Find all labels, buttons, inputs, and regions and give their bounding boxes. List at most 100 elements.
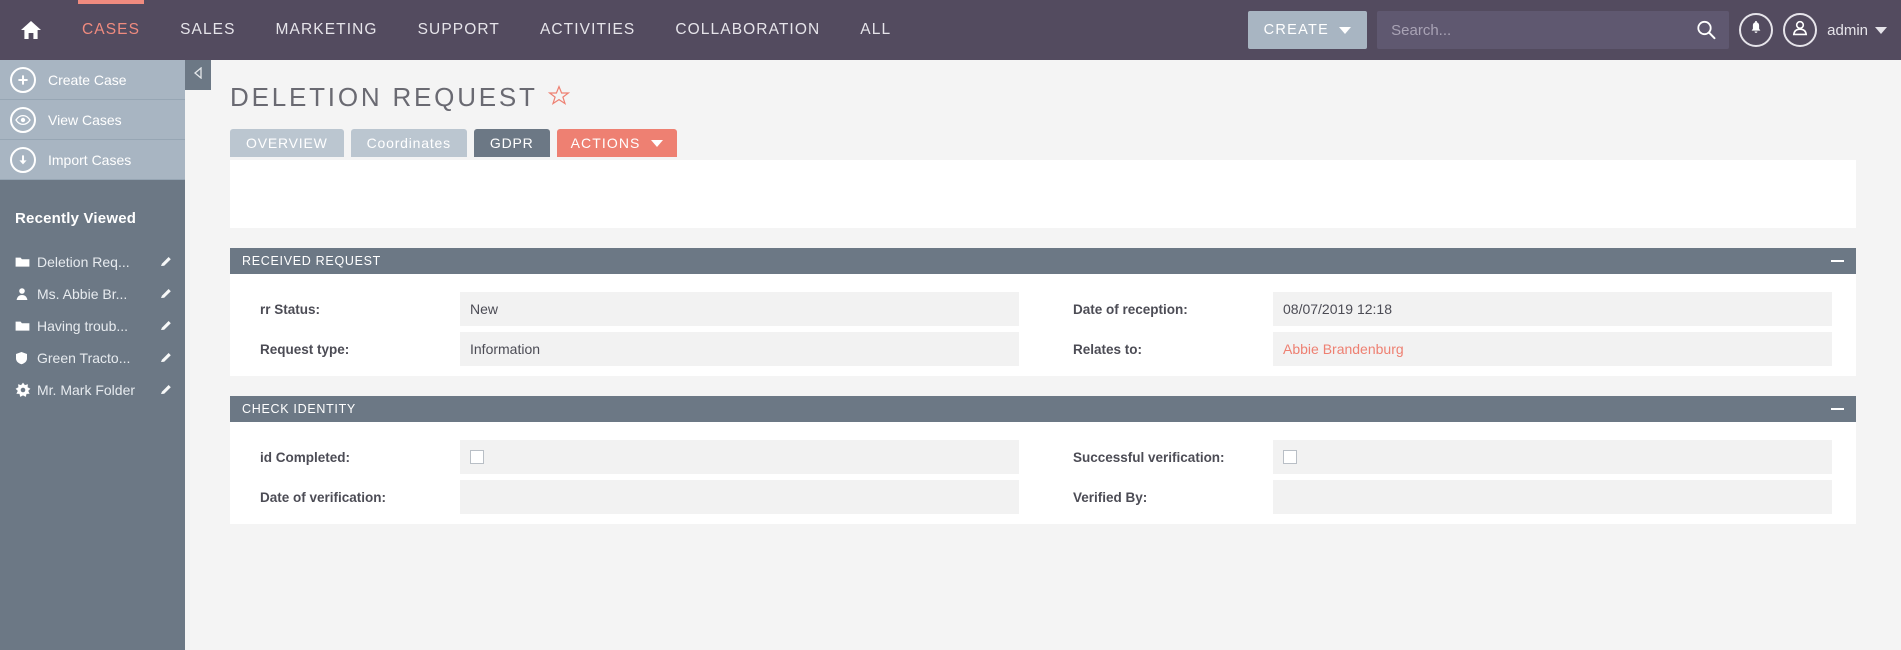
panel-header[interactable]: CHECK IDENTITY: [230, 396, 1856, 422]
page-header: DELETION REQUEST: [185, 60, 1901, 113]
folder-icon: [15, 256, 37, 268]
panel-check-identity: CHECK IDENTITY id Completed: Successful …: [230, 396, 1856, 524]
nav-item-label: CASES: [82, 21, 141, 38]
nav-item-all[interactable]: ALL: [840, 0, 911, 60]
create-button-label: CREATE: [1263, 22, 1330, 38]
field-date-of-verification: Date of verification:: [230, 480, 1043, 514]
pencil-icon[interactable]: [159, 383, 173, 397]
nav-item-activities[interactable]: ACTIVITIES: [520, 0, 655, 60]
panel-title: RECEIVED REQUEST: [242, 254, 382, 268]
nav-item-marketing[interactable]: MARKETING: [256, 0, 398, 60]
admin-menu-label: admin: [1827, 21, 1868, 39]
chevron-down-icon: [650, 139, 663, 147]
chevron-down-icon: [1339, 26, 1352, 34]
field-request-type: Request type: Information: [230, 332, 1043, 366]
tab-label: GDPR: [489, 135, 534, 151]
panel-body: id Completed: Successful verification: D…: [230, 422, 1856, 524]
list-item[interactable]: Deletion Req...: [0, 247, 185, 277]
field-value[interactable]: Information: [460, 332, 1019, 366]
content-placeholder-block: [230, 160, 1856, 228]
eye-circle-icon: [10, 106, 36, 133]
field-row: Request type: Information Relates to: Ab…: [230, 332, 1856, 366]
user-avatar[interactable]: [1783, 13, 1818, 47]
field-label: rr Status:: [260, 301, 321, 317]
field-rr-status: rr Status: New: [230, 292, 1043, 326]
home-button[interactable]: [0, 0, 62, 60]
nav-item-support[interactable]: SUPPORT: [398, 0, 520, 60]
successful-verification-checkbox[interactable]: [1283, 450, 1297, 464]
download-circle-icon: [10, 146, 36, 173]
chevron-down-icon: [1875, 26, 1887, 34]
minus-icon[interactable]: [1831, 260, 1844, 262]
sidebar-collapse-toggle[interactable]: [185, 60, 211, 90]
person-icon: [1791, 19, 1809, 42]
sidebar-action-create-case[interactable]: Create Case: [0, 60, 185, 100]
field-value[interactable]: [1273, 480, 1832, 514]
list-item[interactable]: Mr. Mark Folder: [0, 375, 185, 405]
field-value[interactable]: [460, 480, 1019, 514]
application-window: CASES SALES MARKETING SUPPORT ACTIVITIES…: [0, 0, 1901, 650]
sidebar-action-import-cases[interactable]: Import Cases: [0, 140, 185, 180]
panel-title: CHECK IDENTITY: [242, 402, 356, 416]
field-label: Verified By:: [1073, 489, 1148, 505]
nav-item-label: COLLABORATION: [675, 21, 821, 38]
list-item[interactable]: Green Tracto...: [0, 343, 185, 373]
nav-item-cases[interactable]: CASES: [62, 0, 160, 60]
nav-item-collaboration[interactable]: COLLABORATION: [655, 0, 840, 60]
field-value[interactable]: New: [460, 292, 1019, 326]
create-button[interactable]: CREATE: [1247, 11, 1368, 49]
field-row: rr Status: New Date of reception: 08/07/…: [230, 292, 1856, 326]
sidebar: Create Case View Cases Import Cases Rece…: [0, 60, 185, 650]
search-box[interactable]: [1377, 11, 1730, 49]
actions-button[interactable]: ACTIONS: [556, 129, 677, 157]
field-label: Successful verification:: [1073, 449, 1225, 465]
notifications-button[interactable]: [1739, 13, 1774, 47]
list-item[interactable]: Ms. Abbie Br...: [0, 279, 185, 309]
panel-received-request: RECEIVED REQUEST rr Status: New Date of …: [230, 248, 1856, 376]
list-item[interactable]: Having troub...: [0, 311, 185, 341]
list-item-label: Mr. Mark Folder: [37, 382, 136, 398]
admin-menu[interactable]: admin: [1827, 22, 1887, 39]
field-row: id Completed: Successful verification:: [230, 440, 1856, 474]
panel-body: rr Status: New Date of reception: 08/07/…: [230, 274, 1856, 376]
pencil-icon[interactable]: [159, 287, 173, 301]
nav-item-sales[interactable]: SALES: [160, 0, 255, 60]
nav-item-label: ALL: [860, 21, 892, 38]
search-icon[interactable]: [1695, 19, 1729, 41]
field-id-completed: id Completed:: [230, 440, 1043, 474]
tab-bar: OVERVIEW Coordinates GDPR ACTIONS: [185, 113, 1901, 157]
top-navigation-bar: CASES SALES MARKETING SUPPORT ACTIVITIES…: [0, 0, 1901, 60]
pencil-icon[interactable]: [159, 255, 173, 269]
star-outline-icon[interactable]: [547, 85, 570, 112]
pencil-icon[interactable]: [159, 319, 173, 333]
panel-header[interactable]: RECEIVED REQUEST: [230, 248, 1856, 274]
field-label: Date of verification:: [260, 489, 387, 505]
field-verified-by: Verified By:: [1043, 480, 1856, 514]
sidebar-action-label: Create Case: [48, 71, 127, 88]
tab-coordinates[interactable]: Coordinates: [350, 129, 467, 157]
list-item-label: Ms. Abbie Br...: [37, 286, 128, 302]
field-relates-to: Relates to: Abbie Brandenburg: [1043, 332, 1856, 366]
id-completed-checkbox[interactable]: [470, 450, 484, 464]
sidebar-action-label: Import Cases: [48, 151, 132, 168]
nav-right-group: CREATE Search... admin: [1247, 0, 1901, 60]
list-item-label: Deletion Req...: [37, 254, 130, 270]
field-date-of-reception: Date of reception: 08/07/2019 12:18: [1043, 292, 1856, 326]
minus-icon[interactable]: [1831, 408, 1844, 410]
search-input[interactable]: [1377, 21, 1696, 39]
nav-item-label: ACTIVITIES: [539, 21, 636, 38]
nav-item-label: MARKETING: [275, 21, 378, 38]
pencil-icon[interactable]: [159, 351, 173, 365]
tab-gdpr[interactable]: GDPR: [473, 129, 550, 157]
actions-button-label: ACTIONS: [570, 135, 641, 151]
field-value: [1273, 440, 1832, 474]
list-item-label: Green Tracto...: [37, 350, 131, 366]
shield-icon: [15, 351, 37, 365]
plus-circle-icon: [10, 66, 36, 93]
field-value[interactable]: 08/07/2019 12:18: [1273, 292, 1832, 326]
field-value-link[interactable]: Abbie Brandenburg: [1273, 332, 1832, 366]
nav-links: CASES SALES MARKETING SUPPORT ACTIVITIES…: [62, 0, 911, 60]
tab-overview[interactable]: OVERVIEW: [230, 129, 344, 157]
sidebar-action-view-cases[interactable]: View Cases: [0, 100, 185, 140]
bell-icon: [1748, 20, 1764, 41]
